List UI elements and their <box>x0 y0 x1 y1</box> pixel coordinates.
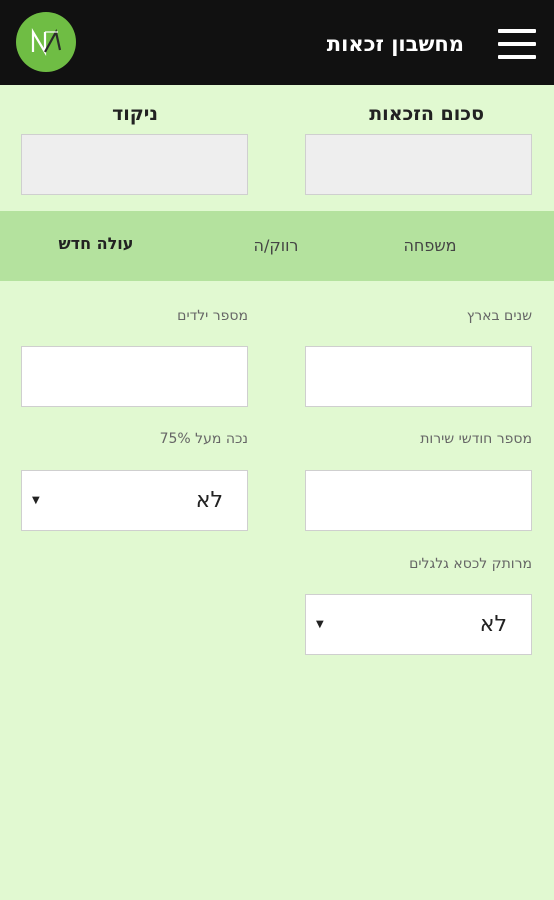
logo-mark-icon <box>31 28 62 56</box>
menu-line <box>498 29 536 33</box>
disability-select[interactable]: לא ▼ <box>21 470 248 531</box>
wheelchair-select-value: לא <box>479 612 507 637</box>
dropdown-arrow-icon: ▼ <box>316 619 324 630</box>
children-count-input[interactable] <box>21 346 248 407</box>
score-output <box>21 134 248 195</box>
children-count-label: מספר ילדים <box>177 308 248 324</box>
page-title: מחשבון זכאות <box>326 32 464 56</box>
app-logo[interactable] <box>16 12 76 72</box>
menu-line <box>498 42 536 46</box>
category-tabs: משפחה רווק/ה עולה חדש <box>0 211 554 281</box>
dropdown-arrow-icon: ▼ <box>32 495 40 506</box>
score-label: ניקוד <box>112 103 158 125</box>
total-amount-label: סכום הזכאות <box>369 103 484 125</box>
tab-new-immigrant[interactable]: עולה חדש <box>36 211 156 281</box>
disability-select-value: לא <box>195 488 223 513</box>
hamburger-menu-icon[interactable] <box>498 29 536 59</box>
tab-family[interactable]: משפחה <box>370 211 490 281</box>
top-app-bar: מחשבון זכאות <box>0 0 554 85</box>
years-in-country-input[interactable] <box>305 346 532 407</box>
tab-single[interactable]: רווק/ה <box>216 211 336 281</box>
service-months-label: מספר חודשי שירות <box>420 431 532 447</box>
disability-label: נכה מעל 75% <box>159 431 248 447</box>
service-months-input[interactable] <box>305 470 532 531</box>
total-amount-output <box>305 134 532 195</box>
wheelchair-label: מרותק לכסא גלגלים <box>409 556 532 572</box>
wheelchair-select[interactable]: לא ▼ <box>305 594 532 655</box>
menu-line <box>498 55 536 59</box>
years-in-country-label: שנים בארץ <box>466 308 532 324</box>
